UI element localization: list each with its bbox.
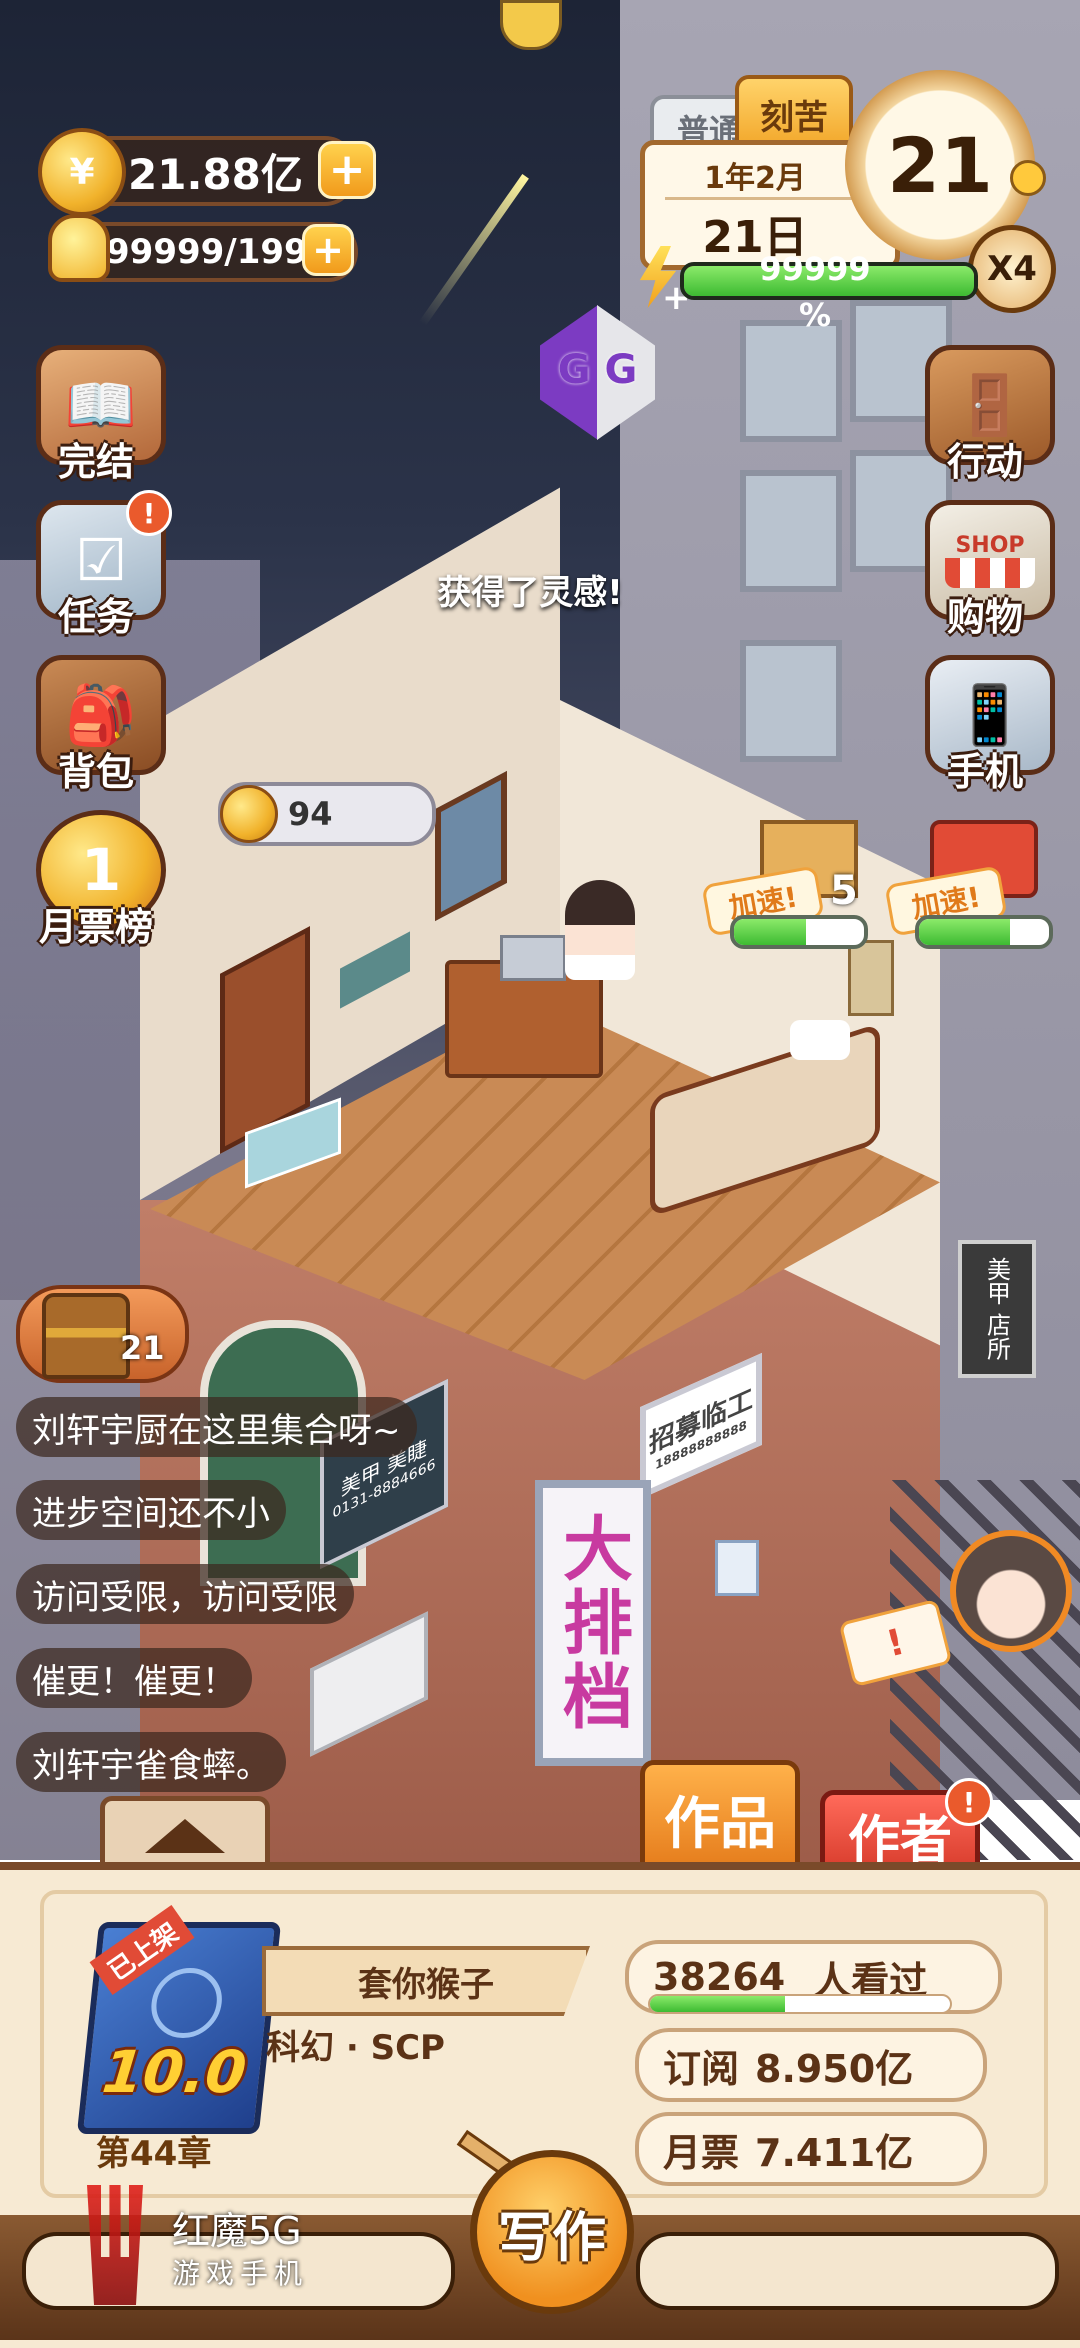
chat-message: 进步空间还不小 (16, 1480, 286, 1540)
backpack-menu-button[interactable]: 🎒 背包 (26, 655, 166, 795)
right-slot-bar[interactable] (636, 2232, 1059, 2310)
energy-unit: % (798, 296, 832, 334)
calendar-divider (665, 197, 865, 200)
boost-progress-1-fill (734, 919, 806, 945)
boost-progress-1 (730, 915, 868, 949)
scp-logo-icon (147, 1968, 226, 2038)
lightbulb-icon (48, 214, 110, 282)
book-title: 套你猴子 (358, 1964, 494, 2005)
shop-menu-button[interactable]: SHOP 购物 (915, 500, 1055, 640)
views-value: 38264 (653, 1955, 786, 1999)
sun-icon (1010, 160, 1046, 196)
shop-menu-label: 购物 (946, 595, 1023, 639)
tasks-alert-badge: ! (126, 490, 172, 536)
lightbulb-icon (500, 0, 562, 50)
inspiration-toast: 获得了灵感! (437, 573, 623, 613)
finish-menu-label: 完结 (57, 440, 134, 484)
treasure-count: 21 (120, 1329, 165, 1367)
chevron-up-icon (145, 1819, 225, 1853)
shop-icon-sublabel: SHOP (955, 532, 1025, 558)
mode-hard-label: 刻苦 (760, 97, 828, 138)
tasks-menu-button[interactable]: ☑ 任务 ! (26, 490, 172, 640)
coin-speech-bubble[interactable]: 94 (218, 782, 436, 846)
food-stall-banner-text: 大排档 (551, 1512, 634, 1734)
monthly-ticket-value: 7.411亿 (755, 2130, 914, 2175)
speed-button[interactable]: X4 (968, 225, 1056, 313)
chat-message: 催更！催更！ (16, 1648, 252, 1708)
brand-sub: 游戏手机 (172, 2257, 309, 2290)
subscriptions-stat: 订阅 8.950亿 (635, 2028, 987, 2102)
boost-progress-2 (915, 915, 1053, 949)
chat-message: 刘轩宇厨在这里集合呀~ (16, 1397, 417, 1457)
building-window (740, 640, 842, 762)
visitor-avatar[interactable] (950, 1530, 1072, 1652)
pillow (790, 1020, 850, 1060)
gg-hack-badge[interactable]: G G (540, 305, 655, 440)
action-menu-button[interactable]: 🚪 行动 (915, 345, 1055, 485)
laptop-icon (500, 935, 566, 981)
coin-bubble-value: 94 (288, 795, 333, 833)
author-alert-badge: ! (945, 1778, 993, 1826)
book-genre: 科幻 · SCP (266, 2028, 445, 2068)
building-window (740, 470, 842, 592)
views-progress-fill (650, 1996, 785, 2012)
side-hanging-sign-text: 美甲 店所 (982, 1257, 1011, 1361)
subscriptions-label: 订阅 (663, 2046, 740, 2091)
phone-menu-label: 手机 (946, 750, 1023, 794)
speed-label: X4 (987, 249, 1037, 289)
views-progress (648, 1994, 952, 2014)
side-hanging-sign: 美甲 店所 (958, 1240, 1036, 1378)
awning-icon (945, 557, 1035, 588)
monthly-ticket-rank-button[interactable]: 1 月票榜 (26, 810, 166, 950)
energy-value: 99999 (759, 250, 871, 288)
phone-menu-button[interactable]: 📱 手机 (915, 655, 1055, 795)
calendar-month: 1年2月 (704, 161, 806, 196)
tab-works-label: 作品 (664, 1790, 776, 1857)
add-gold-button[interactable]: + (318, 141, 376, 199)
gold-amount: 21.88亿 (128, 149, 303, 199)
monthly-ticket-label: 月票 (663, 2130, 740, 2175)
wall-poster (848, 940, 894, 1016)
building-window (740, 320, 842, 442)
notice-paper (715, 1540, 759, 1596)
day-counter: 21 (887, 120, 993, 210)
tasks-menu-label: 任务 (57, 595, 134, 639)
book-rating: 10.0 (99, 2038, 250, 2106)
food-stall-banner[interactable]: 大排档 (535, 1480, 651, 1766)
monthly-ticket-stat: 月票 7.411亿 (635, 2112, 987, 2186)
gg-badge-text: G G (557, 347, 638, 393)
subscriptions-value: 8.950亿 (755, 2046, 914, 2091)
finish-menu-button[interactable]: 📖 完结 (26, 345, 166, 485)
monthly-ticket-rank-label: 月票榜 (38, 905, 153, 949)
boost-count-1: 5 (830, 868, 858, 914)
book-chapter: 第44章 (96, 2134, 212, 2174)
character-writer[interactable] (565, 880, 635, 980)
write-button[interactable]: 写作 (470, 2150, 634, 2314)
write-button-label: 写作 (498, 2204, 606, 2269)
add-inspiration-button[interactable]: + (302, 224, 354, 276)
coin-bubble-icon (220, 785, 278, 843)
brand-name: 红魔5G (172, 2209, 302, 2253)
chat-message: 刘轩宇雀食蟀。 (16, 1732, 286, 1792)
treasure-chest-button[interactable]: 21 (16, 1285, 189, 1383)
backpack-menu-label: 背包 (57, 750, 134, 794)
tab-works[interactable]: 作品 (640, 1760, 800, 1878)
treasure-chest-icon (42, 1293, 130, 1379)
boost-progress-2-fill (919, 919, 1010, 945)
action-menu-label: 行动 (946, 440, 1023, 484)
chat-message: 访问受限，访问受限 (16, 1564, 354, 1624)
gold-coin-icon: ¥ (38, 128, 126, 216)
book-title-ribbon[interactable]: 套你猴子 (262, 1946, 590, 2016)
inspiration-amount: 99999/1999 (106, 232, 332, 272)
